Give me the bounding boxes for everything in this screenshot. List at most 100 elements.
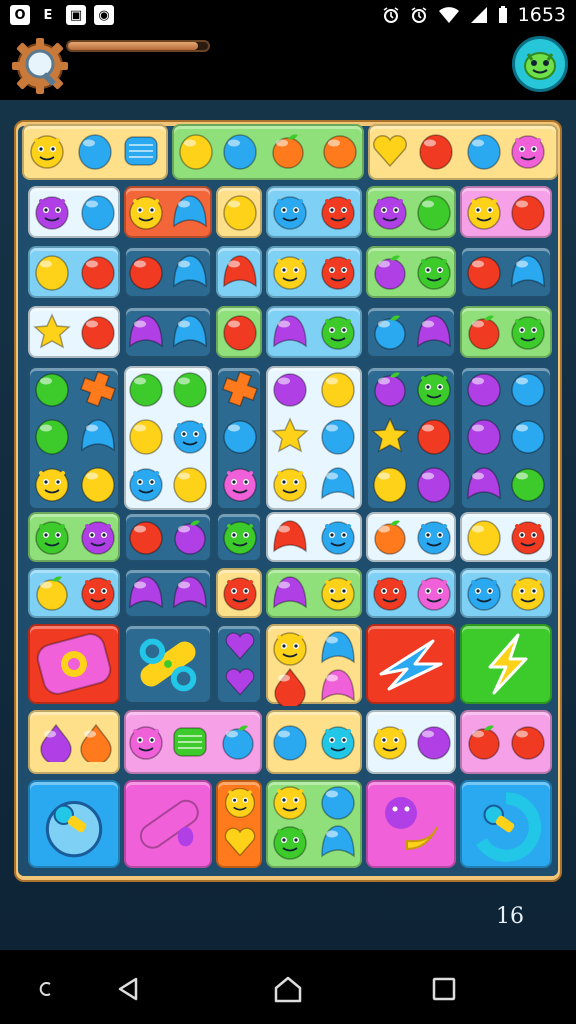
- oval-candy-icon[interactable]: [508, 192, 548, 232]
- face-candy-icon[interactable]: [318, 312, 358, 352]
- star-candy-icon[interactable]: [32, 312, 72, 352]
- key-ring-special-icon[interactable]: [465, 785, 547, 863]
- heart-candy-icon[interactable]: [223, 665, 257, 699]
- star-candy-icon[interactable]: [370, 416, 410, 456]
- fruit-candy-icon[interactable]: [464, 312, 504, 352]
- arch-candy-icon[interactable]: [220, 252, 260, 292]
- arch-candy-icon[interactable]: [318, 822, 358, 862]
- face-candy-icon[interactable]: [270, 782, 310, 822]
- face-candy-icon[interactable]: [126, 722, 166, 762]
- drop-candy-icon[interactable]: [76, 722, 116, 762]
- face-candy-icon[interactable]: [170, 416, 210, 456]
- round-candy-icon[interactable]: [126, 369, 166, 409]
- face-candy-icon[interactable]: [220, 517, 260, 557]
- arch-candy-icon[interactable]: [78, 416, 118, 456]
- oval-candy-icon[interactable]: [464, 416, 504, 456]
- face-candy-icon[interactable]: [508, 517, 548, 557]
- round-candy-icon[interactable]: [32, 369, 72, 409]
- heart-candy-icon[interactable]: [223, 629, 257, 663]
- square-icon[interactable]: [424, 972, 464, 1006]
- arch-candy-icon[interactable]: [464, 464, 504, 504]
- round-candy-icon[interactable]: [318, 782, 358, 822]
- face-candy-icon[interactable]: [370, 722, 410, 762]
- round-candy-icon[interactable]: [414, 722, 454, 762]
- oval-candy-icon[interactable]: [414, 416, 454, 456]
- oval-candy-icon[interactable]: [32, 252, 72, 292]
- arch-candy-icon[interactable]: [170, 252, 210, 292]
- oval-candy-icon[interactable]: [170, 369, 210, 409]
- drop-candy-icon[interactable]: [36, 722, 76, 762]
- fruit-candy-icon[interactable]: [370, 252, 410, 292]
- fruit-candy-icon[interactable]: [370, 369, 410, 409]
- oval-candy-icon[interactable]: [78, 192, 118, 232]
- capsule-special-icon[interactable]: [129, 785, 207, 863]
- oval-candy-icon[interactable]: [220, 192, 260, 232]
- face-candy-icon[interactable]: [508, 131, 548, 171]
- face-candy-icon[interactable]: [508, 312, 548, 352]
- face-candy-icon[interactable]: [464, 192, 504, 232]
- oval-candy-icon[interactable]: [318, 416, 358, 456]
- bar-candy-icon[interactable]: [121, 131, 161, 171]
- face-candy-icon[interactable]: [414, 252, 454, 292]
- round-candy-icon[interactable]: [508, 369, 548, 409]
- arch-candy-icon[interactable]: [126, 573, 166, 613]
- cross-candy-icon[interactable]: [220, 369, 260, 409]
- fruit-candy-icon[interactable]: [370, 312, 410, 352]
- round-candy-icon[interactable]: [220, 416, 260, 456]
- round-candy-icon[interactable]: [78, 252, 118, 292]
- green-blob-avatar-icon[interactable]: [512, 36, 568, 92]
- star-candy-icon[interactable]: [270, 416, 310, 456]
- face-candy-icon[interactable]: [32, 517, 72, 557]
- oval-candy-icon[interactable]: [318, 369, 358, 409]
- face-candy-icon[interactable]: [508, 573, 548, 613]
- round-candy-icon[interactable]: [126, 252, 166, 292]
- face-candy-icon[interactable]: [318, 192, 358, 232]
- oval-candy-icon[interactable]: [78, 464, 118, 504]
- oval-candy-icon[interactable]: [416, 131, 456, 171]
- bolt-special-icon[interactable]: [465, 629, 547, 699]
- arch-candy-icon[interactable]: [170, 312, 210, 352]
- arch-candy-icon[interactable]: [318, 666, 358, 706]
- banana-special-icon[interactable]: [371, 785, 451, 863]
- round-candy-icon[interactable]: [464, 369, 504, 409]
- key-bubble-special-icon[interactable]: [33, 785, 115, 863]
- fruit-candy-icon[interactable]: [32, 573, 72, 613]
- oval-candy-icon[interactable]: [220, 312, 260, 352]
- face-candy-icon[interactable]: [414, 517, 454, 557]
- gear-magnifier-icon[interactable]: [10, 36, 70, 96]
- round-candy-icon[interactable]: [508, 416, 548, 456]
- cross-candy-icon[interactable]: [78, 369, 118, 409]
- face-candy-icon[interactable]: [318, 252, 358, 292]
- face-candy-icon[interactable]: [126, 464, 166, 504]
- lightning-special-icon[interactable]: [371, 629, 451, 699]
- arch-candy-icon[interactable]: [318, 628, 358, 668]
- face-candy-icon[interactable]: [126, 192, 166, 232]
- arch-candy-icon[interactable]: [270, 312, 310, 352]
- arch-candy-icon[interactable]: [270, 517, 310, 557]
- oval-candy-icon[interactable]: [414, 464, 454, 504]
- face-candy-icon[interactable]: [32, 464, 72, 504]
- oval-candy-icon[interactable]: [370, 464, 410, 504]
- fruit-candy-icon[interactable]: [464, 722, 504, 762]
- face-candy-icon[interactable]: [270, 464, 310, 504]
- arch-candy-icon[interactable]: [318, 464, 358, 504]
- c-icon[interactable]: [26, 972, 66, 1006]
- face-candy-icon[interactable]: [222, 784, 258, 820]
- face-candy-icon[interactable]: [220, 573, 260, 613]
- face-candy-icon[interactable]: [270, 628, 310, 668]
- round-candy-icon[interactable]: [126, 517, 166, 557]
- arch-candy-icon[interactable]: [170, 573, 210, 613]
- fruit-candy-icon[interactable]: [170, 517, 210, 557]
- face-candy-icon[interactable]: [414, 573, 454, 613]
- round-candy-icon[interactable]: [508, 464, 548, 504]
- oval-candy-icon[interactable]: [414, 192, 454, 232]
- arch-candy-icon[interactable]: [170, 192, 210, 232]
- oval-candy-icon[interactable]: [126, 416, 166, 456]
- oval-candy-icon[interactable]: [464, 131, 504, 171]
- round-candy-icon[interactable]: [78, 312, 118, 352]
- oval-candy-icon[interactable]: [32, 416, 72, 456]
- round-candy-icon[interactable]: [270, 369, 310, 409]
- arch-candy-icon[interactable]: [508, 252, 548, 292]
- round-candy-icon[interactable]: [464, 252, 504, 292]
- face-candy-icon[interactable]: [270, 822, 310, 862]
